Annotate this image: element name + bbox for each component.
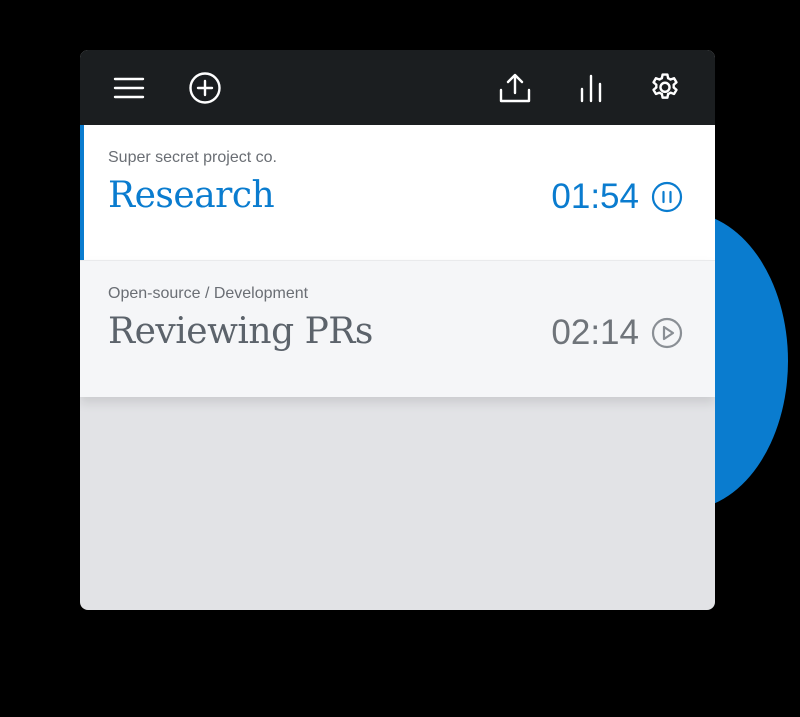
pause-button[interactable] [651,181,683,213]
toolbar [80,50,715,125]
time-entry-active[interactable]: Super secret project co. Research 01:54 [80,125,715,260]
upload-icon [499,73,531,103]
play-circle-icon [651,317,683,349]
entry-project: Super secret project co. [108,149,277,166]
play-button[interactable] [651,317,683,349]
menu-icon [113,77,145,99]
time-entry-idle[interactable]: Open-source / Development Reviewing PRs … [80,260,715,397]
entry-task-title: Reviewing PRs [108,311,373,352]
add-entry-button[interactable] [186,69,224,107]
bar-chart-icon [580,74,602,103]
settings-gear-icon [652,73,678,99]
menu-button[interactable] [110,69,148,107]
entry-task-title: Research [108,175,275,216]
add-circle-icon [189,72,221,104]
entry-timer: 01:54 [551,177,639,216]
export-button[interactable] [496,69,534,107]
settings-button[interactable] [646,69,684,107]
time-tracker-window: Super secret project co. Research 01:54 … [80,50,715,610]
entry-timer: 02:14 [551,313,639,352]
pause-circle-icon [651,181,683,213]
reports-button[interactable] [572,69,610,107]
entry-project: Open-source / Development [108,285,309,302]
